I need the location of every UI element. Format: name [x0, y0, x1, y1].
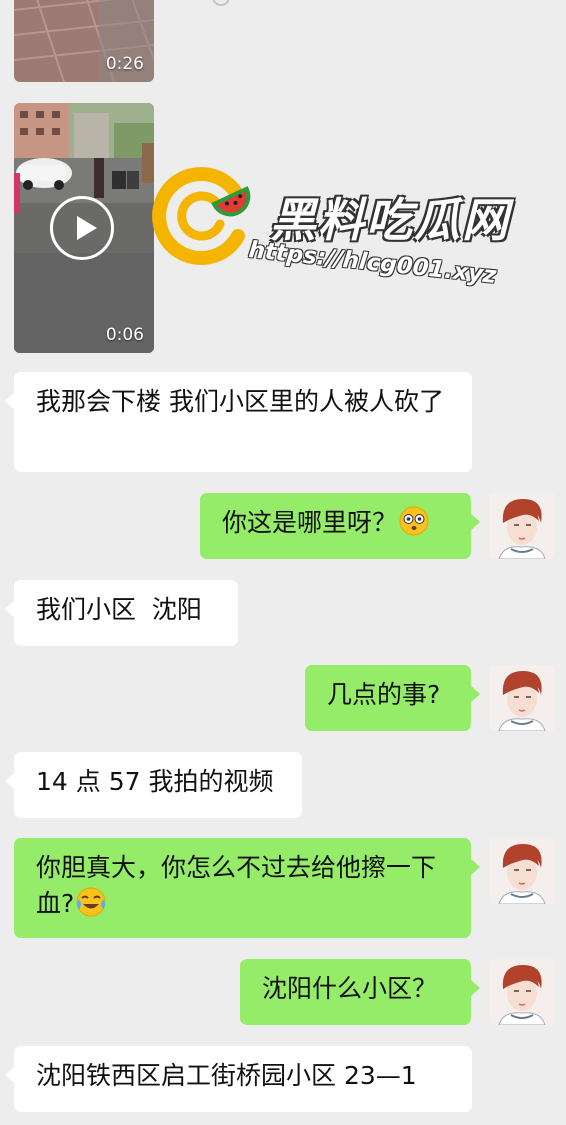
flushed-face-emoji-icon: [399, 506, 429, 536]
avatar-portrait: [489, 959, 555, 1025]
play-button[interactable]: [50, 196, 114, 260]
avatar[interactable]: [489, 959, 555, 1025]
watermark: 黑料吃瓜网 https://hlcg001.xyz: [152, 166, 532, 296]
avatar-portrait: [489, 493, 555, 559]
watermelon-logo-icon: [152, 167, 251, 265]
incoming-message[interactable]: 14 点 57 我拍的视频: [5, 752, 302, 818]
outgoing-message[interactable]: 沈阳什么小区？: [240, 959, 480, 1025]
avatar-portrait: [489, 838, 555, 904]
incoming-message[interactable]: 我们小区 沈阳: [5, 580, 238, 646]
message-text: 沈阳什么小区？: [262, 974, 438, 1003]
message-text: 我们小区 沈阳: [36, 595, 202, 624]
message-text: 沈阳铁西区启工街桥园小区 23—1: [36, 1061, 417, 1090]
outgoing-message[interactable]: 你胆真大，你怎么不过去给他擦一下血?: [14, 838, 480, 938]
avatar-portrait: [489, 665, 555, 731]
video-duration-1: 0:26: [105, 54, 144, 74]
message-text: 你这是哪里呀？: [222, 508, 398, 537]
avatar[interactable]: [489, 838, 555, 904]
outgoing-message[interactable]: 几点的事?: [305, 665, 480, 731]
video-duration-2: 0:06: [105, 325, 144, 345]
message-text: 14 点 57 我拍的视频: [36, 767, 274, 796]
avatar[interactable]: [489, 665, 555, 731]
video-message-1[interactable]: 0:26: [14, 0, 154, 82]
message-text: 几点的事?: [327, 680, 441, 709]
watermark-title: 黑料吃瓜网: [270, 193, 510, 247]
top-nickname-fragment: [212, 0, 282, 6]
outgoing-message[interactable]: 你这是哪里呀？: [200, 493, 480, 559]
message-text: 我那会下楼 我们小区里的人被人砍了: [36, 387, 444, 416]
incoming-message[interactable]: 沈阳铁西区启工街桥园小区 23—1: [5, 1046, 472, 1112]
incoming-message[interactable]: 我那会下楼 我们小区里的人被人砍了: [5, 372, 472, 472]
avatar[interactable]: [489, 493, 555, 559]
tears-of-joy-emoji-icon: [76, 887, 106, 917]
video-message-2[interactable]: 0:06: [14, 103, 154, 353]
